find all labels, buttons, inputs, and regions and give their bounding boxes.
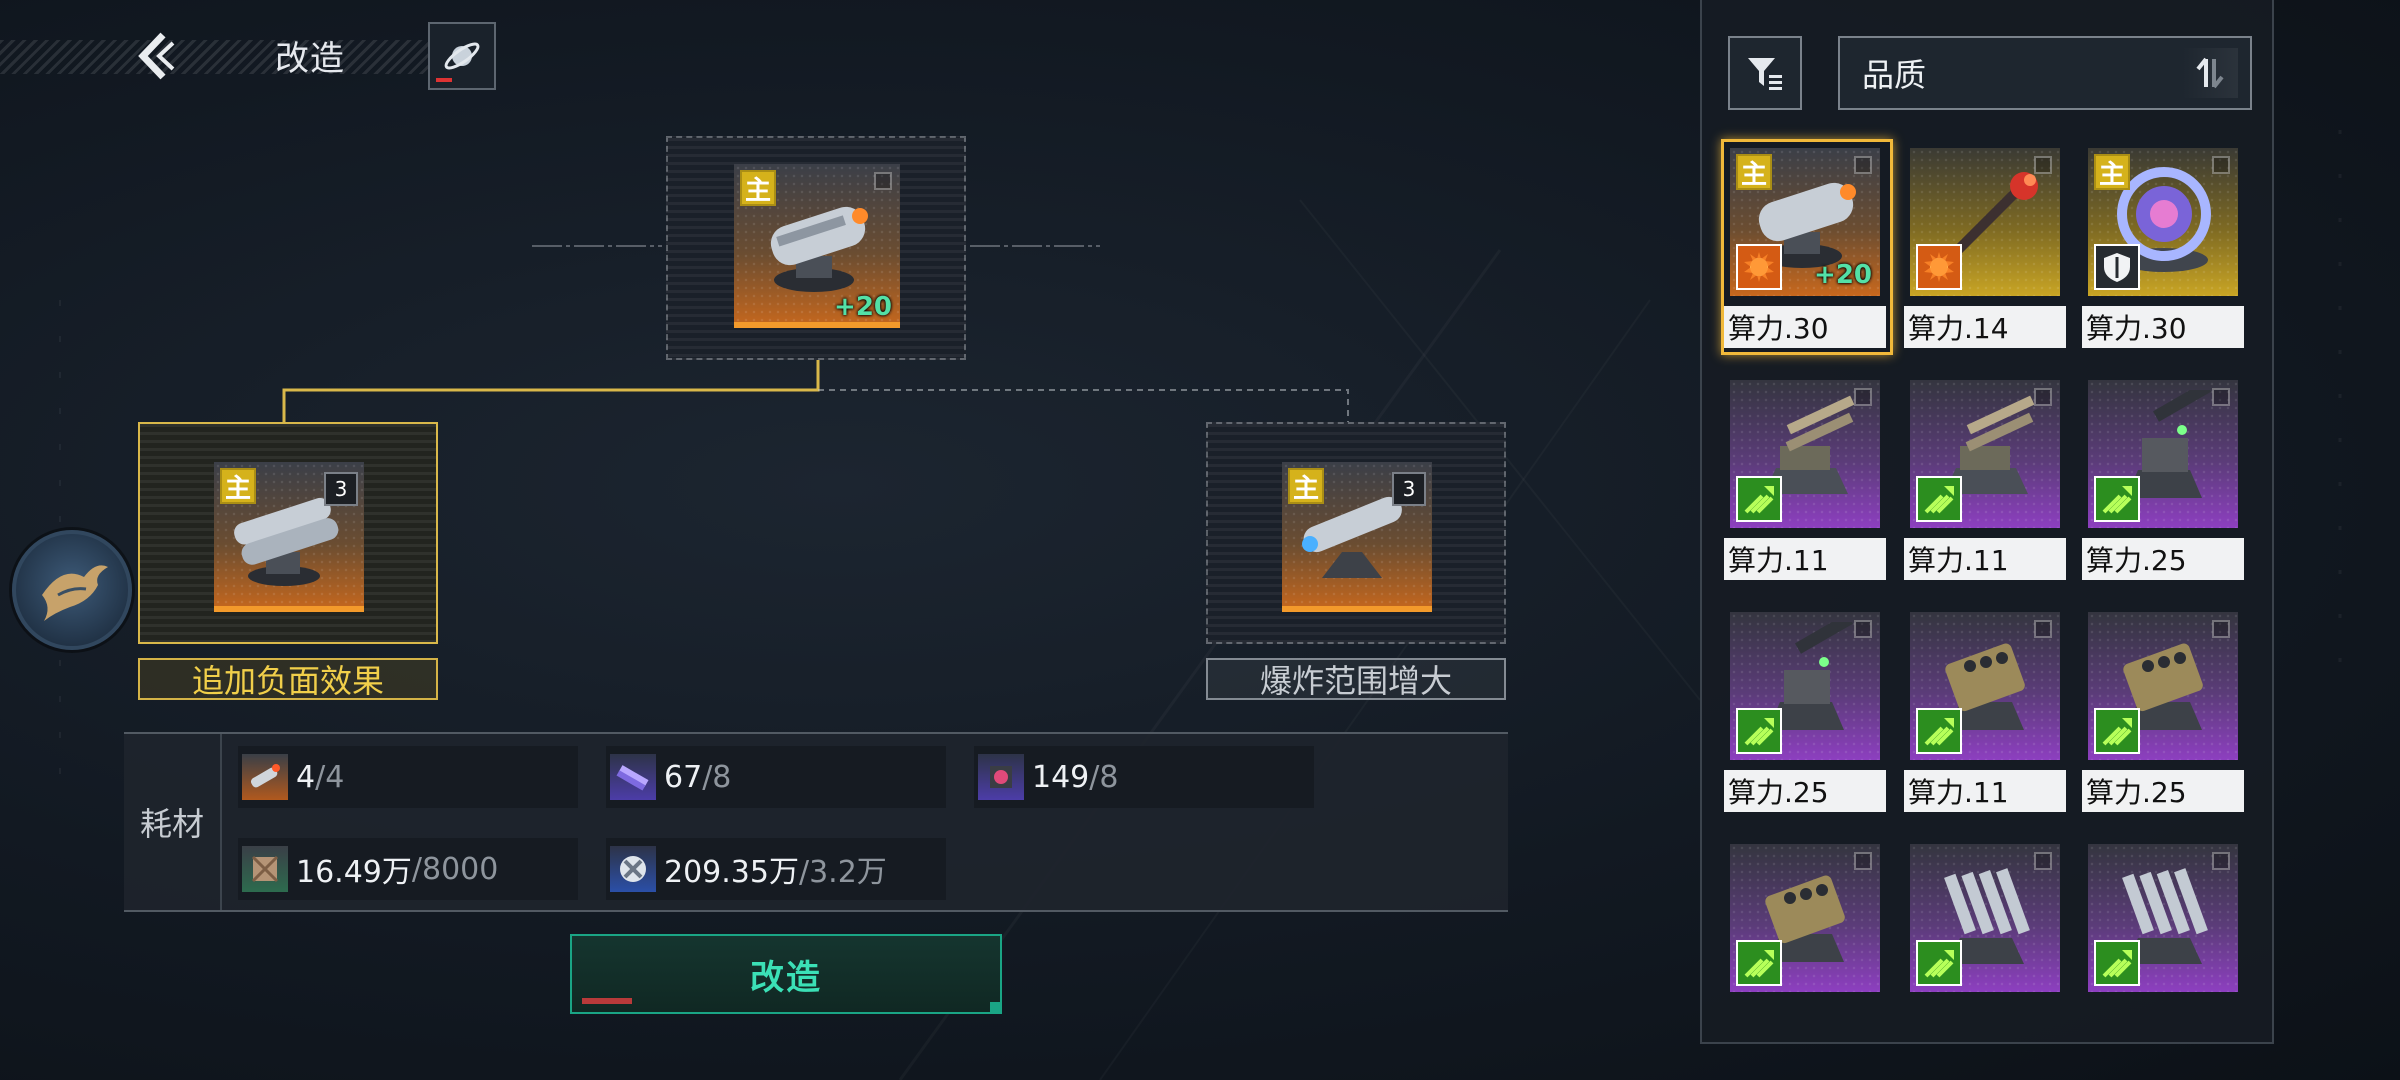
inventory-card[interactable]: 主 +20 算力.30 xyxy=(1721,139,1893,355)
piercing-arrows-icon xyxy=(2094,940,2140,986)
item-card-art xyxy=(2088,612,2238,760)
select-checkbox xyxy=(1854,156,1872,174)
inventory-card[interactable]: 算力.14 xyxy=(1904,142,2076,358)
upgrade-button-label: 改造 xyxy=(750,957,822,998)
inventory-card[interactable]: 算力.25 xyxy=(2082,606,2254,822)
piercing-arrows-icon xyxy=(1736,476,1782,522)
select-checkbox xyxy=(2212,852,2230,870)
power-label: 算力.25 xyxy=(1724,770,1886,812)
select-checkbox xyxy=(1854,388,1872,406)
materials-panel: 耗材 4/4 67/8 149/8 16.49万/8000 209.35万/3.… xyxy=(124,732,1508,912)
alloy-coin-icon xyxy=(610,846,656,892)
piercing-arrows-icon xyxy=(1916,476,1962,522)
main-badge: 主 xyxy=(740,170,776,206)
select-checkbox xyxy=(1854,852,1872,870)
inventory-card[interactable] xyxy=(2082,838,2254,1000)
select-checkbox xyxy=(2034,388,2052,406)
branch-node-right[interactable]: 主 3 xyxy=(1206,422,1506,644)
item-card-art xyxy=(1910,380,2060,528)
branch-left-item-card: 主 3 xyxy=(214,462,364,612)
supply-crate-icon xyxy=(242,846,288,892)
main-badge: 主 xyxy=(220,468,256,504)
branch-right-item-card: 主 3 xyxy=(1282,462,1432,612)
select-checkbox xyxy=(2034,156,2052,174)
item-card-art: 主 xyxy=(2088,148,2238,296)
filter-icon xyxy=(1748,58,1782,90)
select-checkbox xyxy=(874,172,892,190)
material-slot[interactable]: 67/8 xyxy=(606,746,946,808)
select-checkbox xyxy=(2212,620,2230,638)
inventory-card[interactable]: 算力.25 xyxy=(1724,606,1896,822)
inventory-card[interactable]: 算力.25 xyxy=(2082,374,2254,590)
item-card-art xyxy=(1730,612,1880,760)
select-checkbox xyxy=(1854,620,1872,638)
level-tag: 3 xyxy=(324,472,358,506)
inventory-card[interactable]: 算力.11 xyxy=(1904,374,2076,590)
item-card-art: 主 +20 xyxy=(1730,148,1880,296)
select-checkbox xyxy=(2034,620,2052,638)
item-card-art xyxy=(1910,612,2060,760)
main-badge: 主 xyxy=(1288,468,1324,504)
root-item-card: 主 +20 xyxy=(734,164,900,328)
fire-burst-icon xyxy=(1916,244,1962,290)
piercing-arrows-icon xyxy=(1916,940,1962,986)
power-label: 算力.25 xyxy=(2082,538,2244,580)
piercing-arrows-icon xyxy=(2094,476,2140,522)
root-node[interactable]: 主 +20 xyxy=(666,136,966,360)
item-card-art xyxy=(1730,844,1880,992)
chip-material-icon xyxy=(610,754,656,800)
level-tag: 3 xyxy=(1392,472,1426,506)
inventory-card[interactable]: 算力.11 xyxy=(1724,374,1896,590)
select-checkbox xyxy=(2212,156,2230,174)
fire-burst-icon xyxy=(1736,244,1782,290)
sort-label: 品质 xyxy=(1862,56,1927,94)
item-card-art xyxy=(1910,844,2060,992)
sort-order-toggle[interactable] xyxy=(2182,48,2238,98)
material-slot[interactable]: 209.35万/3.2万 xyxy=(606,838,946,900)
inventory-card[interactable]: 主算力.30 xyxy=(2082,142,2254,358)
main-badge: 主 xyxy=(1736,154,1772,190)
upgrade-button[interactable]: 改造 xyxy=(570,934,1002,1014)
inventory-panel: 品质 主 +20 算力.30 算力.14 主算力.30 算力.11 算力.11 算力.25 算力… xyxy=(1700,0,2274,1044)
piercing-arrows-icon xyxy=(2094,708,2140,754)
branch-node-left[interactable]: 主 3 xyxy=(138,422,438,644)
sort-select[interactable]: 品质 xyxy=(1838,36,2252,110)
item-card-art xyxy=(1730,380,1880,528)
power-label: 算力.11 xyxy=(1724,538,1886,580)
core-material-icon xyxy=(978,754,1024,800)
piercing-arrows-icon xyxy=(1916,708,1962,754)
bonus-tag: +20 xyxy=(1814,260,1872,290)
branch-label-right[interactable]: 爆炸范围增大 xyxy=(1206,658,1506,700)
power-label: 算力.14 xyxy=(1904,306,2066,348)
inventory-card[interactable] xyxy=(1724,838,1896,1000)
branch-label-left[interactable]: 追加负面效果 xyxy=(138,658,438,700)
item-card-art xyxy=(2088,844,2238,992)
select-checkbox xyxy=(2212,388,2230,406)
piercing-arrows-icon xyxy=(1736,708,1782,754)
filter-button[interactable] xyxy=(1728,36,1802,110)
inventory-card[interactable]: 算力.11 xyxy=(1904,606,2076,822)
power-label: 算力.11 xyxy=(1904,770,2066,812)
power-label: 算力.11 xyxy=(1904,538,2066,580)
materials-label: 耗材 xyxy=(124,734,222,910)
select-checkbox xyxy=(2034,852,2052,870)
shield-icon xyxy=(2094,244,2140,290)
power-label: 算力.30 xyxy=(1724,306,1886,348)
inventory-card[interactable] xyxy=(1904,838,2076,1000)
material-slot[interactable]: 4/4 xyxy=(238,746,578,808)
material-slot[interactable]: 149/8 xyxy=(974,746,1314,808)
piercing-arrows-icon xyxy=(1736,940,1782,986)
material-slot[interactable]: 16.49万/8000 xyxy=(238,838,578,900)
item-card-art xyxy=(1910,148,2060,296)
bonus-tag: +20 xyxy=(834,292,892,322)
item-card-art xyxy=(2088,380,2238,528)
sort-arrows-icon xyxy=(2196,57,2224,89)
main-badge: 主 xyxy=(2094,154,2130,190)
power-label: 算力.25 xyxy=(2082,770,2244,812)
power-label: 算力.30 xyxy=(2082,306,2244,348)
missile-material-icon xyxy=(242,754,288,800)
